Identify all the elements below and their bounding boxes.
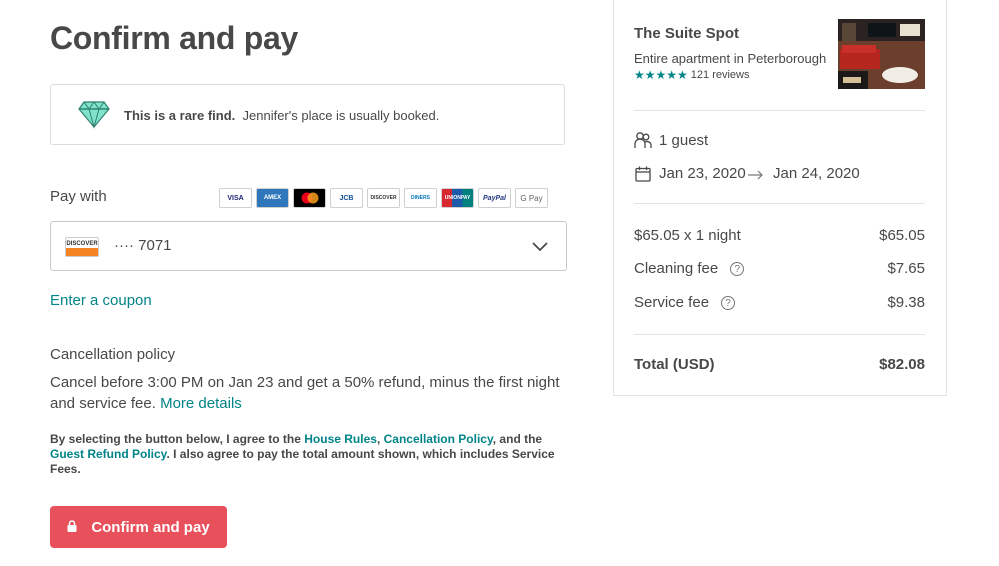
listing-photo [838,19,925,89]
more-details-link[interactable]: More details [160,395,242,412]
discover-card-icon: DISCOVER [367,188,400,208]
nightly-rate-value: $65.05 [879,227,925,244]
cancellation-text: Cancel before 3:00 PM on Jan 23 and get … [50,372,570,414]
amex-card-icon: AMEX [256,188,289,208]
rare-find-bold: This is a rare find. [124,108,236,123]
guest-count: 1 guest [659,132,709,149]
divider [634,110,925,111]
chevron-down-icon [532,239,548,257]
star-rating-icon: ★★★★★ [634,68,688,82]
nightly-rate-label: $65.05 x 1 night [634,227,741,244]
cancellation-body: Cancel before 3:00 PM on Jan 23 and get … [50,374,560,412]
mastercard-icon: MC [293,188,326,208]
confirm-button-label: Confirm and pay [91,518,210,536]
listing-rating: ★★★★★ 121 reviews [634,68,750,82]
google-pay-icon: G Pay [515,188,548,208]
card-brand-list: VISA AMEX MC JCB DISCOVER DINERS UNIONPA… [219,188,548,208]
payment-method-select[interactable]: DISCOVER ···· 7071 [50,221,567,271]
cleaning-fee-value: $7.65 [887,260,925,277]
diners-label: DINERS [411,195,430,201]
cleaning-fee-label: Cleaning fee [634,260,719,277]
agreement-part1: By selecting the button below, I agree t… [50,432,305,446]
rare-find-text: This is a rare find. Jennifer's place is… [124,108,439,123]
divider [634,334,925,335]
arrow-right-icon [748,167,764,185]
review-count: 121 reviews [690,69,750,81]
confirm-and-pay-button[interactable]: Confirm and pay [50,506,227,548]
visa-card-icon: VISA [219,188,252,208]
unionpay-label: UNIONPAY [444,195,471,201]
enter-coupon-link[interactable]: Enter a coupon [50,292,152,309]
guest-refund-policy-link[interactable]: Guest Refund Policy [50,447,166,461]
rare-find-banner: This is a rare find. Jennifer's place is… [50,84,565,145]
check-in-date: Jan 23, 2020 [659,165,746,182]
agreement-text: By selecting the button below, I agree t… [50,432,560,477]
help-icon[interactable]: ? [721,296,736,311]
divider [634,203,925,204]
total-value: $82.08 [879,356,925,373]
agreement-part2: , and the [492,432,543,446]
house-rules-link[interactable]: House Rules [304,432,377,446]
rare-find-detail: Jennifer's place is usually booked. [242,108,440,123]
users-icon [634,131,652,154]
service-fee-label: Service fee [634,294,710,311]
diamond-icon [78,99,110,134]
unionpay-card-icon: UNIONPAY [441,188,474,208]
cancellation-heading: Cancellation policy [50,346,176,363]
cancellation-policy-link[interactable]: Cancellation Policy [384,432,493,446]
service-fee-row: Service fee? [634,294,736,311]
service-fee-value: $9.38 [887,294,925,311]
discover-card-icon: DISCOVER [65,237,99,257]
cleaning-fee-row: Cleaning fee? [634,260,745,277]
total-label: Total (USD) [634,356,715,373]
calendar-icon [635,166,651,187]
lock-icon [67,519,77,536]
jcb-card-icon: JCB [330,188,363,208]
paypal-card-icon: PayPal [478,188,511,208]
page-title: Confirm and pay [50,20,298,56]
listing-subtitle: Entire apartment in Peterborough [634,51,827,66]
agreement-comma: , [376,432,384,446]
pay-with-label: Pay with [50,188,107,205]
diners-card-icon: DINERS [404,188,437,208]
card-number: ···· 7071 [114,237,172,254]
check-out-date: Jan 24, 2020 [773,165,860,182]
amex-label: AMEX [263,195,282,201]
listing-name: The Suite Spot [634,25,739,42]
help-icon[interactable]: ? [730,262,745,277]
